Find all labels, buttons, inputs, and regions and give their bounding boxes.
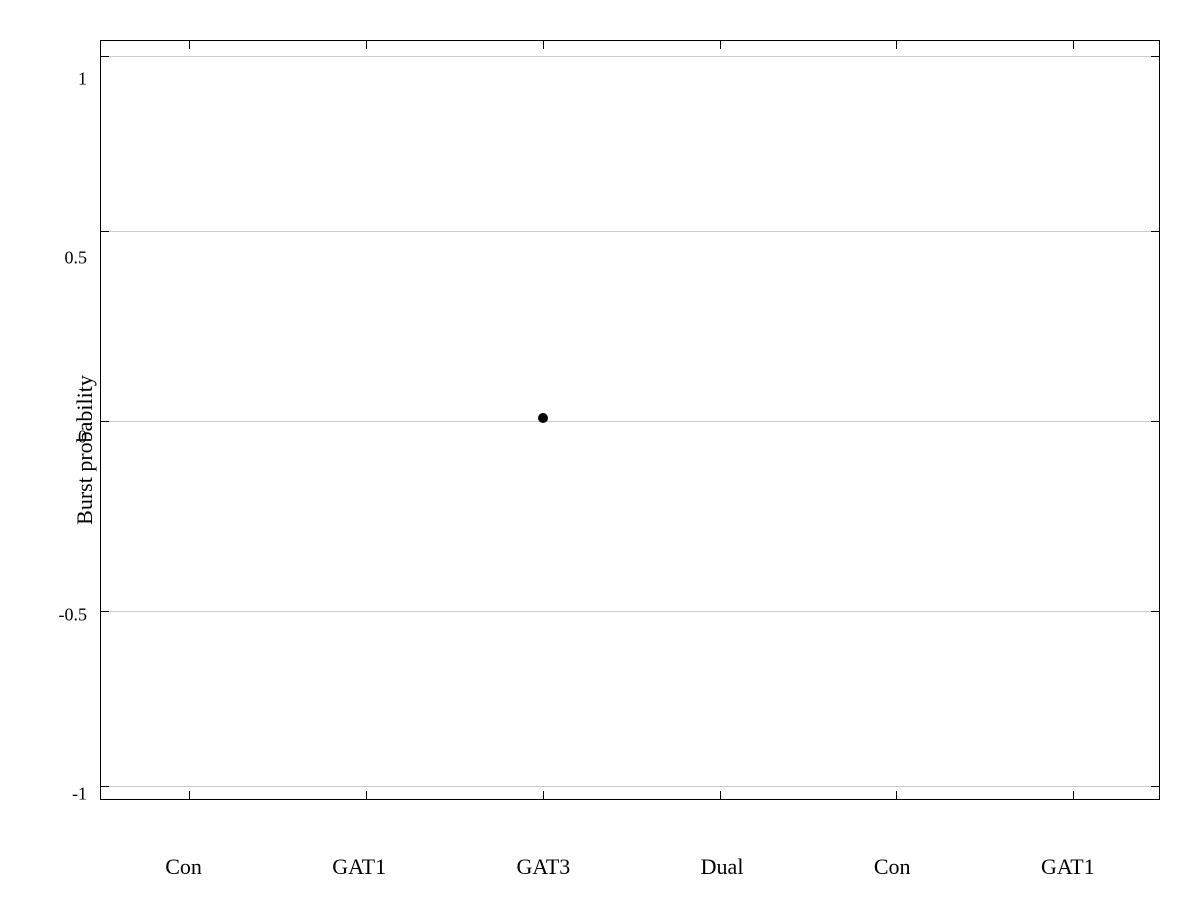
xtick-top-4 [896,41,897,49]
ytick-left-1 [101,56,109,57]
ytick-left-0 [101,421,109,422]
xtick-top-0 [189,41,190,49]
y-ticks-container: 1 0.5 0 -0.5 -1 [0,40,95,800]
gridline-y05 [101,231,1159,232]
chart-container: Burst probability 1 0.5 0 -0.5 -1 [0,0,1200,900]
y-tick-neg1: -1 [72,783,87,804]
ytick-right-neg05 [1151,611,1159,612]
xtick-top-3 [720,41,721,49]
ytick-right-neg1 [1151,786,1159,787]
ytick-right-1 [1151,56,1159,57]
x-label-con1: Con [165,854,202,880]
ytick-left-neg05 [101,611,109,612]
x-axis-labels: Con GAT1 GAT3 Dual Con GAT1 [100,854,1160,880]
y-tick-neg05: -0.5 [59,605,88,626]
x-label-con2: Con [874,854,911,880]
xtick-top-1 [366,41,367,49]
ytick-right-0 [1151,421,1159,422]
gridline-yneg1 [101,786,1159,787]
x-label-gat3: GAT3 [516,854,570,880]
xtick-bottom-3 [720,791,721,799]
gridline-yneg05 [101,611,1159,612]
y-tick-0: 0 [78,426,87,447]
gridline-y0 [101,421,1159,422]
chart-area [100,40,1160,800]
x-label-gat1-2: GAT1 [1041,854,1095,880]
xtick-bottom-0 [189,791,190,799]
ytick-right-05 [1151,231,1159,232]
xtick-bottom-5 [1073,791,1074,799]
ytick-left-05 [101,231,109,232]
y-tick-1: 1 [78,69,87,90]
y-tick-05: 0.5 [65,248,88,269]
ytick-left-neg1 [101,786,109,787]
x-label-gat1: GAT1 [332,854,386,880]
xtick-bottom-4 [896,791,897,799]
xtick-top-2 [543,41,544,49]
data-point-gat3 [538,413,548,423]
xtick-bottom-1 [366,791,367,799]
x-label-dual: Dual [701,854,744,880]
gridline-y1 [101,56,1159,57]
xtick-bottom-2 [543,791,544,799]
xtick-top-5 [1073,41,1074,49]
